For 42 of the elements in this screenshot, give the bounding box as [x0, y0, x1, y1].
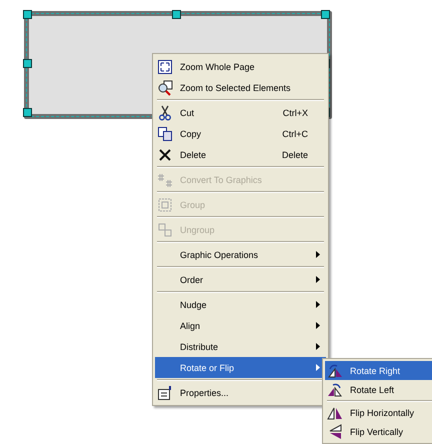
- submenu-arrow-icon: [316, 251, 320, 258]
- menu-item[interactable]: Flip Vertically: [325, 422, 432, 441]
- zoom-page-icon: [157, 58, 173, 74]
- selection-handle[interactable]: [23, 10, 32, 19]
- selection-handle[interactable]: [23, 108, 32, 117]
- properties-icon: [157, 384, 173, 400]
- menu-item[interactable]: Nudge: [155, 294, 326, 315]
- menu-item[interactable]: Zoom Whole Page: [155, 56, 326, 77]
- group-icon: [157, 196, 173, 212]
- shortcut-text: Delete: [282, 150, 308, 160]
- convert-icon: [157, 172, 173, 188]
- menu-item[interactable]: Copy Ctrl+C: [155, 123, 326, 144]
- submenu-arrow-icon: [316, 343, 320, 350]
- menu-item[interactable]: Graphic Operations: [155, 244, 326, 265]
- selection-handle[interactable]: [321, 10, 330, 19]
- menu-item[interactable]: Flip Horizontally: [325, 403, 432, 422]
- menu-item[interactable]: Cut Ctrl+X: [155, 102, 326, 123]
- menu-item[interactable]: Rotate Left: [325, 380, 432, 399]
- delete-icon: [157, 146, 173, 162]
- rotate-left-icon: [327, 382, 343, 398]
- copy-icon: [157, 126, 173, 142]
- menu-item[interactable]: Delete Delete: [155, 144, 326, 165]
- shortcut-text: Ctrl+C: [282, 128, 308, 138]
- flip-vertical-icon: [327, 424, 343, 440]
- menu-item[interactable]: Properties...: [155, 382, 326, 403]
- selection-handle[interactable]: [23, 59, 32, 68]
- shortcut-text: Ctrl+X: [282, 108, 308, 118]
- menu-item[interactable]: Zoom to Selected Elements: [155, 77, 326, 98]
- selection-handle[interactable]: [172, 10, 181, 19]
- menu-item[interactable]: Order: [155, 269, 326, 290]
- magnifier-icon: [157, 80, 173, 96]
- menu-item[interactable]: Distribute: [155, 336, 326, 357]
- submenu-arrow-icon: [316, 322, 320, 329]
- menu-item[interactable]: Rotate or Flip: [155, 357, 326, 378]
- menu-item[interactable]: Align: [155, 315, 326, 336]
- rotate-right-icon: [327, 362, 343, 378]
- ungroup-icon: [157, 222, 173, 238]
- scissors-icon: [157, 104, 173, 120]
- submenu-arrow-icon: [316, 364, 320, 371]
- submenu-arrow-icon: [316, 276, 320, 283]
- menu-item[interactable]: Rotate Right: [325, 361, 432, 380]
- submenu-arrow-icon: [316, 301, 320, 308]
